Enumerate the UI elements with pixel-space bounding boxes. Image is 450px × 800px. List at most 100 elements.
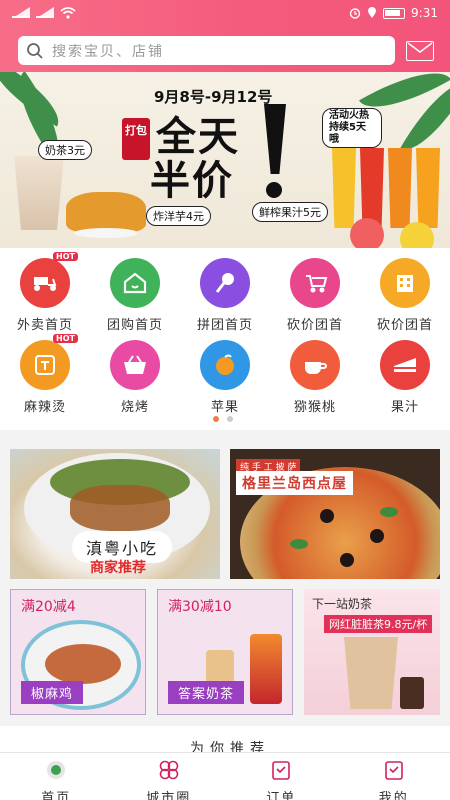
page-dot[interactable] [227,416,233,422]
banner-headline-2: 半价 [150,158,234,204]
card-subtitle: 商家推荐 [90,560,146,576]
promo-name: 椒麻鸡 [21,681,84,704]
nav-label: 订单 [266,791,297,800]
home-logo-icon [47,761,66,779]
category-item[interactable]: 砍价团首 [360,258,450,333]
scooter-icon: HOT [20,252,78,308]
mail-icon[interactable] [406,41,434,61]
nav-label: 我的 [378,791,409,800]
tag-fries: 炸洋芋4元 [146,206,211,226]
feature-card-snacks[interactable]: 滇粤小吃 商家推荐 [10,449,220,579]
category-label: 团购首页 [106,318,163,333]
meat-image [70,485,170,531]
promo-discount: 满30减10 [168,599,232,615]
category-item[interactable]: HOT 麻辣烫 [0,334,90,415]
nav-city-circle[interactable]: 城市圈 [113,753,226,800]
stroller-icon [290,258,340,308]
hot-badge: HOT [53,334,78,343]
banner-seal: 打包 [122,118,150,160]
city-circle-icon [159,760,179,780]
nav-label: 城市圈 [146,791,192,800]
coffee-icon [290,340,340,390]
category-item[interactable]: HOT 外卖首页 [0,252,90,333]
lemon [400,222,434,248]
bottom-nav: 首页 城市圈 订单 我的 [0,752,450,800]
profile-icon [384,761,403,780]
alarm-icon [349,8,361,19]
category-item[interactable]: 猕猴桃 [270,340,360,415]
category-item[interactable]: 苹果 [180,340,270,415]
building-icon [380,258,430,308]
page-dot-active[interactable] [213,416,219,422]
category-label: 烧烤 [120,400,149,415]
tag-milk-tea: 奶茶3元 [38,140,92,160]
hot-badge: HOT [53,252,78,261]
wifi-icon [60,7,76,19]
search-input[interactable]: 搜索宝贝、店铺 [52,41,164,61]
battery-icon [383,7,406,19]
nav-home[interactable]: 首页 [0,753,113,800]
location-icon [368,7,377,18]
nav-orders[interactable]: 订单 [225,753,338,800]
orange-icon [200,340,250,390]
exclamation-mark [264,104,286,174]
search-icon [27,42,43,59]
category-label: 外卖首页 [16,318,73,333]
cake-icon [380,340,430,390]
card-title: 格里兰岛西点屋 [236,471,353,495]
exclamation-dot [266,182,282,198]
home-icon [110,258,160,308]
juice-glass [360,148,384,228]
basil [290,539,308,549]
milk-tea-cup [14,156,64,230]
tag-event: 活动火热 持续5天哦 [322,108,382,148]
promo-card[interactable]: 下一站奶茶 网红脏脏茶9.8元/杯 [304,589,440,715]
grapefruit [350,218,384,248]
category-item[interactable]: 果汁 [360,340,450,415]
promo-shop: 下一站奶茶 [312,597,373,611]
order-icon [272,761,291,780]
feature-card-pizza[interactable]: 纯 手 工 披 萨 格里兰岛西点屋 [230,449,440,579]
tag-juice: 鲜榨果汁5元 [252,202,328,222]
microphone-icon [200,258,250,308]
nav-label: 首页 [41,791,72,800]
basket-icon [110,340,160,390]
status-bar: 9:31 [0,0,450,26]
promo-discount: 满20减4 [21,599,76,615]
promo-card[interactable]: 满30减10 答案奶茶 [157,589,293,715]
category-item[interactable]: 团购首页 [90,258,180,333]
category-label: 果汁 [390,400,419,415]
drink-image [250,634,282,704]
juice-glass [416,148,440,228]
nav-profile[interactable]: 我的 [338,753,450,800]
juice-glass [388,148,412,228]
category-label: 苹果 [210,400,239,415]
category-item[interactable]: 拼团首页 [180,258,270,333]
category-grid: HOT 外卖首页 团购首页 拼团首页 砍价团首 砍价团首 HOT 麻辣烫 烧烤 … [0,248,450,430]
olive [320,509,334,523]
app-header: 9:31 搜索宝贝、店铺 [0,0,450,72]
signal-icon [12,7,30,18]
category-label: 猕猴桃 [293,400,336,415]
signal-icon [36,7,54,18]
boba-image [400,677,424,709]
olive [340,553,354,567]
milk-tea-image [344,637,398,709]
category-label: 麻辣烫 [23,400,66,415]
section-header: 为你推荐 [0,726,450,757]
category-item[interactable]: 烧烤 [90,340,180,415]
category-label: 砍价团首 [286,318,343,333]
group-icon: HOT [20,334,78,390]
page-indicator [213,416,233,422]
promo-name: 答案奶茶 [168,681,245,704]
fries-plate [66,192,146,238]
promo-card[interactable]: 满20减4 椒麻鸡 [10,589,146,715]
category-label: 拼团首页 [196,318,253,333]
olive [370,529,384,543]
status-time: 9:31 [411,6,438,20]
category-item[interactable]: 砍价团首 [270,258,360,333]
promo-banner[interactable]: 9月8号-9月12号 全天 半价 打包 奶茶3元 炸洋芋4元 活动火热 持续5天… [0,72,450,248]
juice-glass [332,148,356,228]
search-bar[interactable]: 搜索宝贝、店铺 [18,36,395,65]
basil [380,507,398,517]
